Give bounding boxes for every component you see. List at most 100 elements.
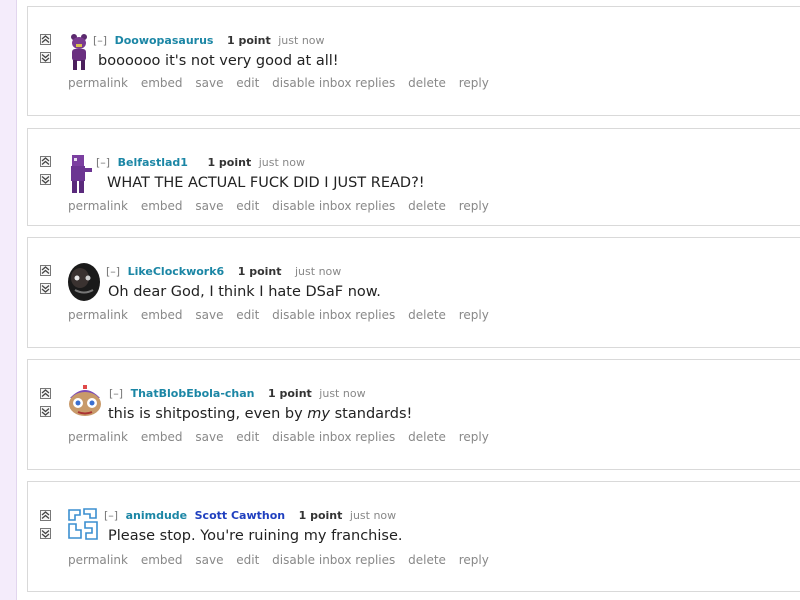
purple-guy-icon[interactable] bbox=[66, 153, 100, 193]
blueprint-icon[interactable] bbox=[66, 506, 100, 546]
delete-link[interactable]: delete bbox=[408, 430, 446, 444]
collapse-toggle[interactable]: [–] bbox=[109, 387, 123, 400]
user-flair: Scott Cawthon bbox=[194, 509, 286, 522]
embed-link[interactable]: embed bbox=[141, 430, 183, 444]
save-link[interactable]: save bbox=[195, 308, 223, 322]
comment-tagline: [–] Belfastlad1 1 point just now bbox=[96, 156, 305, 169]
downvote-button[interactable] bbox=[40, 174, 51, 185]
score: 1 point bbox=[268, 387, 312, 400]
comment-tagline: [–] ThatBlobEbola-chan 1 point just now bbox=[109, 387, 366, 400]
collapse-toggle[interactable]: [–] bbox=[106, 265, 120, 278]
delete-link[interactable]: delete bbox=[408, 199, 446, 213]
vote-controls bbox=[40, 510, 52, 546]
disable-inbox-replies-link[interactable]: disable inbox replies bbox=[272, 199, 395, 213]
upvote-button[interactable] bbox=[40, 156, 51, 167]
comment-tagline: [–] Doowopasaurus 1 point just now bbox=[93, 34, 325, 47]
timestamp: just now bbox=[278, 34, 325, 47]
chevron-up-icon bbox=[41, 389, 50, 397]
upvote-button[interactable] bbox=[40, 510, 51, 521]
author-link[interactable]: Doowopasaurus bbox=[115, 34, 214, 47]
save-link[interactable]: save bbox=[195, 76, 223, 90]
chevron-down-icon bbox=[41, 176, 50, 184]
downvote-button[interactable] bbox=[40, 528, 51, 539]
timestamp: just now bbox=[349, 509, 397, 522]
edit-link[interactable]: edit bbox=[236, 76, 259, 90]
comment-tagline: [–] LikeClockwork6 1 point just now bbox=[106, 265, 341, 278]
comment-5: [–] animdude Scott Cawthon 1 point just … bbox=[27, 481, 800, 592]
permalink-link[interactable]: permalink bbox=[68, 199, 128, 213]
comment-tagline: [–] animdude Scott Cawthon 1 point just … bbox=[104, 509, 396, 522]
vote-controls bbox=[40, 34, 52, 70]
comment-2: [–] Belfastlad1 1 point just now WHAT TH… bbox=[27, 128, 800, 226]
reply-link[interactable]: reply bbox=[459, 199, 489, 213]
upvote-button[interactable] bbox=[40, 265, 51, 276]
chevron-up-icon bbox=[41, 35, 50, 43]
comment-body: Please stop. You're ruining my franchise… bbox=[108, 528, 403, 544]
vote-controls bbox=[40, 156, 52, 192]
comment-body: boooooo it's not very good at all! bbox=[98, 53, 339, 69]
author-link[interactable]: Belfastlad1 bbox=[118, 156, 188, 169]
collapse-toggle[interactable]: [–] bbox=[104, 509, 118, 522]
author-link[interactable]: ThatBlobEbola-chan bbox=[131, 387, 255, 400]
reply-link[interactable]: reply bbox=[459, 76, 489, 90]
score: 1 point bbox=[226, 34, 271, 47]
reply-link[interactable]: reply bbox=[459, 308, 489, 322]
disable-inbox-replies-link[interactable]: disable inbox replies bbox=[272, 308, 395, 322]
upvote-button[interactable] bbox=[40, 388, 51, 399]
comment-actions: permalink embed save edit disable inbox … bbox=[68, 553, 498, 567]
save-link[interactable]: save bbox=[195, 199, 223, 213]
disable-inbox-replies-link[interactable]: disable inbox replies bbox=[272, 430, 395, 444]
comment-actions: permalink embed save edit disable inbox … bbox=[68, 199, 498, 213]
dark-mask-icon[interactable] bbox=[66, 262, 100, 302]
comment-body: Oh dear God, I think I hate DSaF now. bbox=[108, 284, 381, 300]
delete-link[interactable]: delete bbox=[408, 308, 446, 322]
chevron-up-icon bbox=[41, 157, 50, 165]
embed-link[interactable]: embed bbox=[141, 199, 183, 213]
vote-controls bbox=[40, 265, 52, 301]
downvote-button[interactable] bbox=[40, 283, 51, 294]
comment-actions: permalink embed save edit disable inbox … bbox=[68, 430, 498, 444]
embed-link[interactable]: embed bbox=[141, 553, 183, 567]
collapse-toggle[interactable]: [–] bbox=[96, 156, 110, 169]
balloon-boy-icon[interactable] bbox=[66, 384, 101, 424]
edit-link[interactable]: edit bbox=[236, 308, 259, 322]
score: 1 point bbox=[207, 156, 252, 169]
downvote-button[interactable] bbox=[40, 52, 51, 63]
edit-link[interactable]: edit bbox=[236, 553, 259, 567]
timestamp: just now bbox=[258, 156, 306, 169]
edit-link[interactable]: edit bbox=[236, 430, 259, 444]
permalink-link[interactable]: permalink bbox=[68, 76, 128, 90]
disable-inbox-replies-link[interactable]: disable inbox replies bbox=[272, 76, 395, 90]
delete-link[interactable]: delete bbox=[408, 553, 446, 567]
chevron-down-icon bbox=[41, 530, 50, 538]
save-link[interactable]: save bbox=[195, 553, 223, 567]
disable-inbox-replies-link[interactable]: disable inbox replies bbox=[272, 553, 395, 567]
chevron-down-icon bbox=[41, 285, 50, 293]
permalink-link[interactable]: permalink bbox=[68, 430, 128, 444]
embed-link[interactable]: embed bbox=[141, 76, 183, 90]
edit-link[interactable]: edit bbox=[236, 199, 259, 213]
comment-3: [–] LikeClockwork6 1 point just now Oh d… bbox=[27, 237, 800, 348]
delete-link[interactable]: delete bbox=[408, 76, 446, 90]
reply-link[interactable]: reply bbox=[459, 553, 489, 567]
downvote-button[interactable] bbox=[40, 406, 51, 417]
permalink-link[interactable]: permalink bbox=[68, 308, 128, 322]
permalink-link[interactable]: permalink bbox=[68, 553, 128, 567]
comment-4: [–] ThatBlobEbola-chan 1 point just now … bbox=[27, 359, 800, 470]
author-link[interactable]: LikeClockwork6 bbox=[128, 265, 225, 278]
save-link[interactable]: save bbox=[195, 430, 223, 444]
score: 1 point bbox=[237, 265, 282, 278]
comment-body-text: this is shitposting, even by bbox=[108, 406, 308, 422]
comment-body: WHAT THE ACTUAL FUCK DID I JUST READ?! bbox=[107, 175, 425, 191]
embed-link[interactable]: embed bbox=[141, 308, 183, 322]
chevron-up-icon bbox=[41, 511, 50, 519]
comment-body-text-end: standards! bbox=[330, 406, 413, 422]
upvote-button[interactable] bbox=[40, 34, 51, 45]
comment-body-emphasis: my bbox=[307, 406, 331, 422]
timestamp: just now bbox=[295, 265, 342, 278]
sidebar-strip bbox=[0, 0, 17, 600]
reply-link[interactable]: reply bbox=[459, 430, 489, 444]
author-link[interactable]: animdude bbox=[126, 509, 188, 522]
comment-1: [–] Doowopasaurus 1 point just now boooo… bbox=[27, 6, 800, 116]
collapse-toggle[interactable]: [–] bbox=[93, 34, 107, 47]
